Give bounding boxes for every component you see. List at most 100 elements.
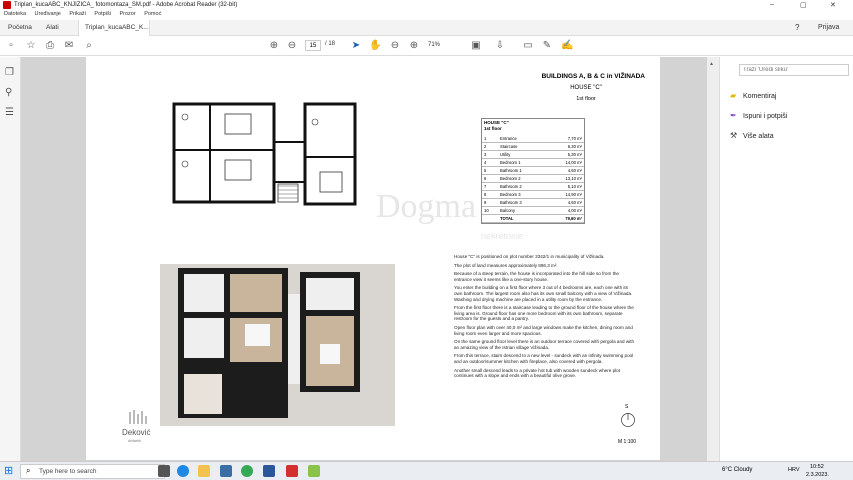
floor-plan-drawing xyxy=(172,102,357,206)
clock-date[interactable]: 2.3.2023. xyxy=(806,472,829,478)
north-arrow-icon xyxy=(621,413,635,427)
mail-icon[interactable] xyxy=(220,465,232,477)
architect-sub: Arhitekti xyxy=(128,439,141,443)
left-nav-panel: ❐ ⚲ ☰ xyxy=(0,57,21,461)
file-explorer-icon[interactable] xyxy=(198,465,210,477)
tab-document[interactable]: Triplan_kucaABC_K... × xyxy=(78,20,150,47)
paragraph: Open floor plan with over 40,0 m² and la… xyxy=(454,324,633,336)
app-icon[interactable] xyxy=(308,465,320,477)
taskbar-search-placeholder: Type here to search xyxy=(39,468,97,475)
taskbar-search[interactable]: ⌕ Type here to search xyxy=(20,464,165,479)
zoom-in-icon[interactable]: ⊕ xyxy=(408,40,420,52)
paragraph: On the same ground floor level there is … xyxy=(454,339,635,350)
maximize-button[interactable]: ▢ xyxy=(800,1,807,9)
paragraph: You enter the building on a first floor … xyxy=(454,285,633,302)
table-row: 6 Bedroom 2 13,10 m² xyxy=(482,174,584,183)
search-icon: ⌕ xyxy=(26,466,31,475)
paragraph: Because of a steep terrain, the house is… xyxy=(454,271,619,282)
weather-text[interactable]: 6°C Cloudy xyxy=(722,467,752,473)
menu-view[interactable]: Prikaži xyxy=(69,11,86,17)
title-bar: Triplan_kucaABC_KNJIZICA_ fotomontaza_SM… xyxy=(0,0,853,11)
vertical-scrollbar[interactable]: ▲ xyxy=(707,57,719,461)
architect-logo-icon xyxy=(129,410,147,424)
tool-fill-sign[interactable]: ✒ Ispuni i potpiši xyxy=(730,111,787,120)
table-row: 7 Bathroom 2 5,10 m² xyxy=(482,182,584,191)
acrobat-taskbar-icon[interactable] xyxy=(286,465,298,477)
edge-icon[interactable] xyxy=(177,465,189,477)
tool-fill-sign-label: Ispuni i potpiši xyxy=(743,113,788,120)
tool-comment[interactable]: ▰ Komentiraj xyxy=(730,91,776,100)
page-total: / 18 xyxy=(325,41,336,47)
taskbar: ⊞ ⌕ Type here to search 6°C Cloudy HRV 1… xyxy=(0,461,853,480)
table-row: 9 Bathroom 3 4,60 m² xyxy=(482,198,584,207)
word-icon[interactable] xyxy=(263,465,275,477)
table-row: 3 Utility 5,30 m² xyxy=(482,150,584,159)
table-row: 2 Staircase 6,30 m² xyxy=(482,142,584,151)
highlight-icon[interactable]: ✎ xyxy=(541,40,553,52)
zoom-out-icon[interactable]: ⊖ xyxy=(389,40,401,52)
layers-icon[interactable]: ☰ xyxy=(5,107,14,118)
menu-sign[interactable]: Potpiši xyxy=(94,11,111,17)
tab-bar: Početna Alati Triplan_kucaABC_K... × ? P… xyxy=(0,20,853,47)
table-row: 5 Bathroom 1 4,60 m² xyxy=(482,166,584,175)
right-tools-panel: ▰ Komentiraj ✒ Ispuni i potpiši ⚒ Više alat… xyxy=(719,57,853,461)
signin-button[interactable]: Prijava xyxy=(818,24,839,31)
fit-page-icon[interactable]: ▣ xyxy=(470,40,482,52)
description-text: House "C" is positioned on plot number 3… xyxy=(454,254,636,382)
page-up-icon[interactable]: ⊕ xyxy=(268,40,280,52)
paragraph: From the first floor there is a staircas… xyxy=(454,305,634,322)
find-icon[interactable]: ⌕ xyxy=(83,40,95,52)
chrome-icon[interactable] xyxy=(241,465,253,477)
tools-search-input[interactable] xyxy=(739,64,849,76)
print-icon[interactable]: ⎙ xyxy=(44,40,56,52)
tool-more[interactable]: ⚒ Više alata xyxy=(730,131,774,140)
menu-help[interactable]: Pomoć xyxy=(144,11,161,17)
tab-tools[interactable]: Alati xyxy=(40,20,65,36)
page-heading: BUILDINGS A, B & C in VIŽINADA xyxy=(541,73,645,80)
north-label: S xyxy=(625,404,629,410)
table-row: 8 Bedroom 3 14,90 m² xyxy=(482,190,584,199)
paragraph: Another small descend leads to a private… xyxy=(454,367,620,379)
comment-icon[interactable]: ▭ xyxy=(522,40,534,52)
hand-tool-icon[interactable]: ✋ xyxy=(369,40,381,52)
menu-bar: Datoteka Uređivanje Prikaži Potpiši Proz… xyxy=(0,11,853,20)
windows-start-icon[interactable]: ⊞ xyxy=(4,464,13,477)
clock-time[interactable]: 10:52 xyxy=(810,464,824,470)
minimize-button[interactable]: – xyxy=(770,1,774,8)
page-number-input[interactable]: 15 xyxy=(305,40,321,51)
page-down-icon[interactable]: ⊖ xyxy=(286,40,298,52)
table-row: 10 Balcony 4,00 m² xyxy=(482,206,584,215)
paragraph: House "C" is positioned on plot number 3… xyxy=(454,254,605,259)
pdf-page: BUILDINGS A, B & C in VIŽINADA HOUSE "C"… xyxy=(86,56,660,460)
table-title: HOUSE "C" xyxy=(484,120,509,125)
menu-edit[interactable]: Uređivanje xyxy=(35,11,61,17)
table-subtitle: 1st floor xyxy=(484,126,502,131)
floor-plan-render xyxy=(160,264,395,426)
language-indicator[interactable]: HRV xyxy=(788,467,800,473)
fill-sign-icon: ✒ xyxy=(730,111,737,120)
task-view-icon[interactable] xyxy=(158,465,170,477)
bookmark-star-icon[interactable]: ☆ xyxy=(25,40,37,52)
email-icon[interactable]: ✉ xyxy=(63,40,75,52)
help-icon[interactable]: ? xyxy=(795,23,799,32)
menu-window[interactable]: Prozor xyxy=(119,11,135,17)
tool-comment-label: Komentiraj xyxy=(743,93,777,100)
toolbar: ▫ ☆ ⎙ ✉ ⌕ ⊕ ⊖ 15 / 18 ➤ ✋ ⊖ ⊕ 71% ▣ ⇩ ▭ … xyxy=(0,36,853,56)
table-row: 1 Entrance 7,70 m² xyxy=(482,135,584,143)
scroll-mode-icon[interactable]: ⇩ xyxy=(494,40,506,52)
table-total-row: TOTAL 79,60 m² xyxy=(482,214,584,223)
tab-home[interactable]: Početna xyxy=(2,20,38,36)
close-button[interactable]: ✕ xyxy=(830,1,836,9)
window-title: Triplan_kucaABC_KNJIZICA_ fotomontaza_SM… xyxy=(14,2,238,8)
table-row: 4 Bedroom 1 14,00 m² xyxy=(482,158,584,167)
comment-icon: ▰ xyxy=(730,91,737,100)
attachment-icon[interactable]: ⚲ xyxy=(5,87,12,98)
zoom-level[interactable]: 71% xyxy=(428,40,454,51)
tool-more-label: Više alata xyxy=(743,133,774,140)
save-icon[interactable]: ▫ xyxy=(5,40,17,52)
menu-file[interactable]: Datoteka xyxy=(4,11,26,17)
sign-icon[interactable]: ✍ xyxy=(561,40,573,52)
thumbnails-icon[interactable]: ❐ xyxy=(5,67,14,78)
select-cursor-icon[interactable]: ➤ xyxy=(350,40,362,52)
rooms-table: 1 Entrance 7,70 m² 2 Staircase 6,30 m² 3 Util… xyxy=(482,135,584,223)
